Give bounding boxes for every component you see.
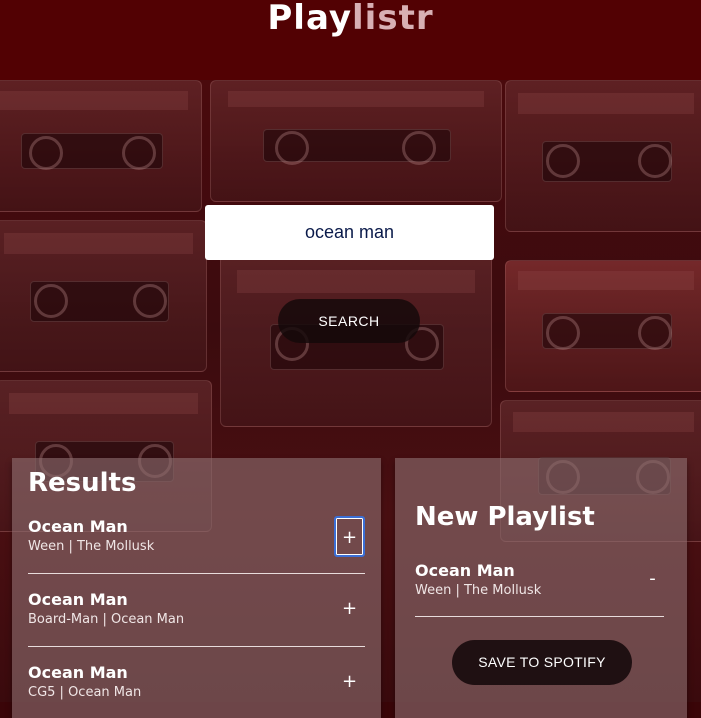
cassette-image xyxy=(0,220,207,372)
remove-track-button[interactable]: - xyxy=(637,559,668,600)
result-track: Ocean Man CG5 | Ocean Man xyxy=(28,663,141,703)
results-panel: Results Ocean Man Ween | The Mollusk + O… xyxy=(12,458,381,718)
app-header: Playlistr xyxy=(0,0,701,80)
search-input[interactable] xyxy=(205,205,494,260)
track-name: Ocean Man xyxy=(415,561,515,580)
cassette-image xyxy=(505,260,701,392)
result-track: Ocean Man Board-Man | Ocean Man xyxy=(28,590,184,630)
add-track-button[interactable]: + xyxy=(334,662,365,703)
track-info: CG5 | Ocean Man xyxy=(28,685,142,700)
track-divider xyxy=(28,573,365,574)
track-divider xyxy=(28,646,365,647)
cassette-image xyxy=(210,80,502,202)
cassette-image xyxy=(505,80,701,232)
track-info: Ween | The Mollusk xyxy=(415,583,542,598)
playlist-title: New Playlist xyxy=(415,502,595,532)
track-name: Ocean Man xyxy=(28,517,128,536)
search-button[interactable]: SEARCH xyxy=(278,299,420,343)
track-name: Ocean Man xyxy=(28,590,128,609)
result-track: Ocean Man Ween | The Mollusk xyxy=(28,517,154,557)
playlist-track: Ocean Man Ween | The Mollusk xyxy=(415,561,541,601)
logo-accent: listr xyxy=(352,0,434,38)
results-title: Results xyxy=(28,468,137,498)
app-logo: Playlistr xyxy=(0,0,701,38)
add-track-button[interactable]: + xyxy=(334,589,365,630)
track-name: Ocean Man xyxy=(28,663,128,682)
save-to-spotify-button[interactable]: SAVE TO SPOTIFY xyxy=(452,640,632,685)
track-divider xyxy=(415,616,664,617)
track-info: Board-Man | Ocean Man xyxy=(28,612,185,627)
cassette-image xyxy=(0,80,202,212)
add-track-button[interactable]: + xyxy=(334,516,365,557)
logo-main: Play xyxy=(267,0,353,38)
track-info: Ween | The Mollusk xyxy=(28,539,155,554)
